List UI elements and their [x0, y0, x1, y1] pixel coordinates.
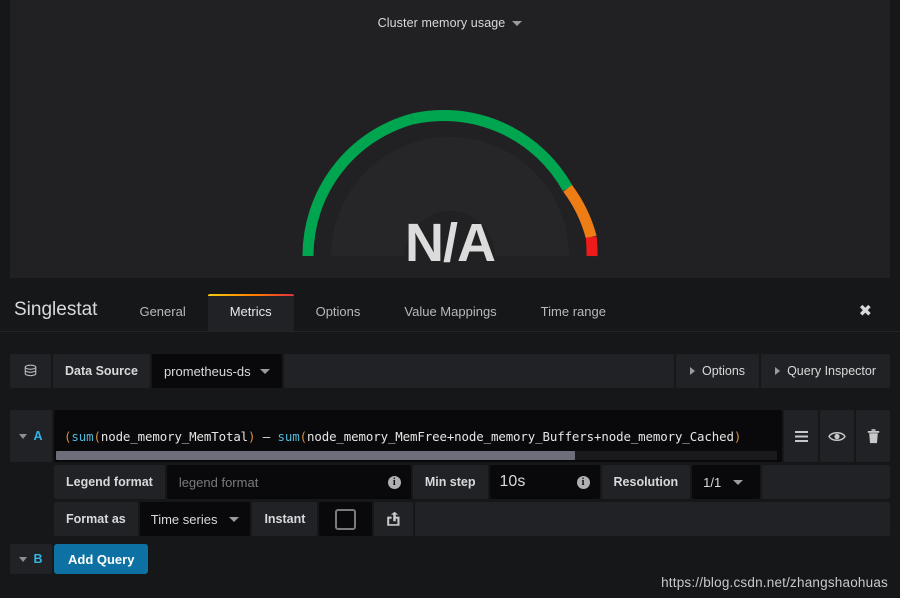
- editor-title: Singlestat: [14, 299, 98, 320]
- checkbox-unchecked-icon: [335, 508, 357, 530]
- query-a-letter: A: [33, 429, 43, 443]
- watermark-text: https://blog.csdn.net/zhangshaohuas: [661, 575, 888, 590]
- close-icon[interactable]: ✖: [853, 303, 878, 321]
- legend-format-input[interactable]: [176, 473, 380, 491]
- database-icon: [10, 354, 51, 388]
- resolution-select[interactable]: 1/1: [692, 465, 761, 499]
- list-icon[interactable]: [784, 410, 818, 462]
- instant-checkbox[interactable]: [319, 502, 373, 536]
- instant-label: Instant: [252, 502, 318, 536]
- panel-title: Cluster memory usage: [377, 16, 506, 30]
- chevron-right-icon: [689, 367, 695, 375]
- chevron-down-icon: [19, 433, 28, 439]
- query-options-label: Options: [701, 364, 746, 378]
- query-a-options-row-2: Format as Time series Instant: [10, 502, 890, 536]
- query-options-button[interactable]: Options: [675, 354, 760, 388]
- chevron-down-icon: [733, 479, 744, 485]
- code-token: –: [255, 428, 278, 444]
- query-a-expression-input[interactable]: (sum(node_memory_MemTotal) – sum(node_me…: [54, 410, 782, 462]
- code-token: ): [733, 428, 742, 444]
- tab-general[interactable]: General: [117, 304, 207, 331]
- tab-metrics[interactable]: Metrics: [207, 294, 294, 331]
- chevron-down-icon[interactable]: [512, 20, 523, 26]
- query-b-letter: B: [33, 552, 43, 566]
- panel-editor: Singlestat General Metrics Options Value…: [0, 286, 900, 598]
- options-row-2-spacer: [415, 502, 890, 536]
- datasource-value: prometheus-ds: [163, 363, 251, 379]
- info-icon[interactable]: i: [387, 475, 401, 489]
- legend-format-label: Legend format: [54, 465, 165, 499]
- legend-format-field[interactable]: i: [166, 465, 411, 499]
- code-token: node_memory_MemFree+node_memory_Buffers+…: [306, 428, 734, 444]
- add-query-button[interactable]: Add Query: [54, 544, 149, 574]
- query-a-options-row-1: Legend format i Min step 10s i Resolutio…: [10, 465, 890, 499]
- database-icon-svg: [24, 364, 37, 376]
- datasource-select[interactable]: prometheus-ds: [151, 354, 282, 388]
- list-icon-svg: [794, 430, 808, 442]
- tab-value-mappings[interactable]: Value Mappings: [382, 304, 518, 331]
- query-a-horizontal-scrollbar[interactable]: [56, 451, 777, 460]
- chevron-down-icon: [229, 516, 240, 522]
- query-a-expression-text: (sum(node_memory_MemTotal) – sum(node_me…: [64, 429, 741, 444]
- code-token: (: [299, 428, 307, 444]
- tab-time-range[interactable]: Time range: [519, 304, 628, 331]
- format-as-value: Time series: [150, 511, 218, 527]
- chevron-down-icon: [19, 556, 28, 562]
- query-a-toggle[interactable]: A: [10, 410, 52, 462]
- external-link-icon: [387, 512, 400, 526]
- min-step-label: Min step: [412, 465, 488, 499]
- query-b-toggle[interactable]: B: [10, 544, 52, 574]
- explore-button[interactable]: [374, 502, 414, 536]
- min-step-value: 10s: [499, 473, 526, 490]
- query-inspector-button[interactable]: Query Inspector: [761, 354, 890, 388]
- eye-icon[interactable]: [820, 410, 854, 462]
- panel-header[interactable]: Cluster memory usage: [10, 0, 890, 38]
- gauge-value: N/A: [405, 213, 496, 273]
- gauge-chart: N/A: [10, 38, 890, 278]
- query-a-top: A (sum(node_memory_MemTotal) – sum(node_…: [10, 410, 890, 462]
- code-token: sum: [277, 428, 300, 444]
- options-row-1-spacer: [762, 465, 890, 499]
- format-as-label: Format as: [54, 502, 138, 536]
- eye-icon-svg: [828, 431, 846, 441]
- editor-tab-bar: Singlestat General Metrics Options Value…: [0, 286, 900, 332]
- datasource-row: Data Source prometheus-ds Options Query …: [10, 354, 890, 388]
- panel-preview: Cluster memory usage N/A: [10, 0, 890, 278]
- resolution-value: 1/1: [703, 474, 722, 490]
- query-row-a: A (sum(node_memory_MemTotal) – sum(node_…: [10, 410, 890, 536]
- resolution-label: Resolution: [601, 465, 691, 499]
- trash-icon-svg: [867, 428, 879, 443]
- chevron-down-icon: [259, 368, 270, 374]
- query-inspector-label: Query Inspector: [787, 364, 876, 378]
- min-step-field[interactable]: 10s i: [489, 465, 600, 499]
- format-as-select[interactable]: Time series: [139, 502, 251, 536]
- tab-options[interactable]: Options: [294, 304, 383, 331]
- chevron-right-icon: [775, 367, 781, 375]
- datasource-label: Data Source: [53, 354, 150, 388]
- code-token: node_memory_MemTotal: [100, 428, 249, 444]
- query-a-actions: [784, 410, 890, 462]
- code-token: sum: [71, 428, 94, 444]
- datasource-spacer: [283, 354, 674, 388]
- trash-icon[interactable]: [856, 410, 890, 462]
- query-row-b: B Add Query: [10, 544, 890, 574]
- info-icon[interactable]: i: [576, 475, 590, 489]
- code-token: (: [93, 428, 101, 444]
